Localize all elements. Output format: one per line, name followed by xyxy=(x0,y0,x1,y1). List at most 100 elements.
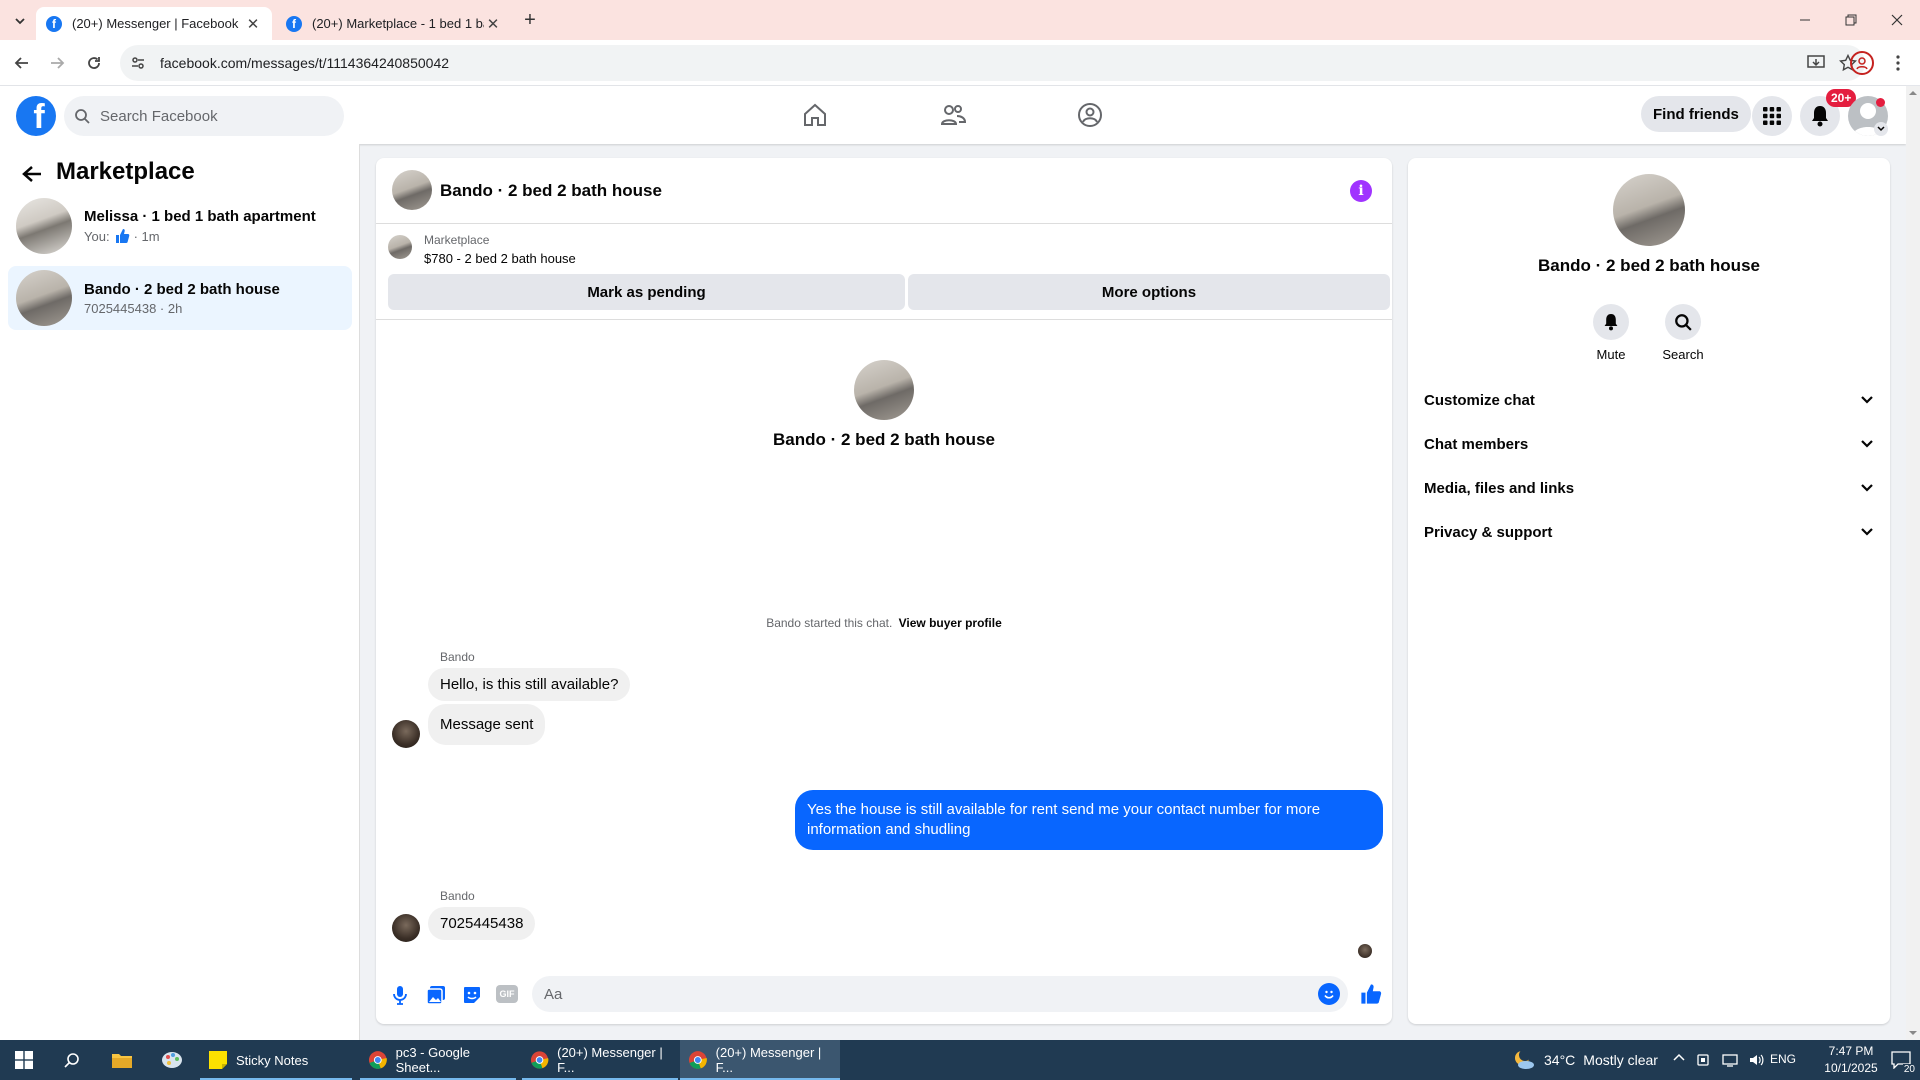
thumbs-up-icon xyxy=(115,229,129,243)
section-label: Privacy & support xyxy=(1424,523,1553,541)
message-bubble[interactable]: Message sent xyxy=(428,704,546,745)
browser-tab-marketplace[interactable]: f (20+) Marketplace - 1 bed 1 ba ✕ xyxy=(276,7,512,40)
taskbar-app-paint[interactable] xyxy=(148,1040,196,1080)
profile-avatar-icon[interactable] xyxy=(1850,51,1874,75)
forward-button[interactable] xyxy=(44,50,70,76)
minimize-window-button[interactable] xyxy=(1782,0,1828,40)
new-tab-button[interactable]: + xyxy=(518,8,542,32)
taskbar-app-label: (20+) Messenger | F... xyxy=(715,1045,822,1075)
restore-window-button[interactable] xyxy=(1828,0,1874,40)
show-hidden-icons-button[interactable] xyxy=(1672,1052,1688,1068)
listing-summary[interactable]: $780 - 2 bed 2 bath house xyxy=(424,251,576,266)
restore-icon xyxy=(1845,14,1857,26)
network-icon[interactable] xyxy=(1722,1052,1738,1068)
conversation-item[interactable]: Melissa · 1 bed 1 bath apartment You: · … xyxy=(8,194,352,258)
preview-prefix: You: xyxy=(84,228,110,244)
account-chevron-icon[interactable] xyxy=(1874,122,1888,136)
mute-label: Mute xyxy=(1596,347,1626,362)
facebook-logo[interactable]: f xyxy=(16,96,56,136)
media-files-links-section[interactable]: Media, files and links xyxy=(1424,468,1874,508)
browser-tab-messenger[interactable]: f (20+) Messenger | Facebook ✕ xyxy=(36,7,272,40)
microphone-icon xyxy=(393,986,407,1005)
composer-bar: GIF Aa xyxy=(376,976,1392,1022)
clock[interactable]: 7:47 PM 10/1/2025 xyxy=(1820,1043,1882,1077)
tab-title: (20+) Messenger | Facebook xyxy=(72,16,239,31)
attach-media-button[interactable] xyxy=(424,983,448,1007)
message-bubble-outgoing[interactable]: Yes the house is still available for ren… xyxy=(795,790,1383,850)
search-icon xyxy=(64,108,100,124)
volume-icon[interactable] xyxy=(1748,1052,1764,1068)
weather-widget[interactable]: 34°C Mostly clear xyxy=(1512,1040,1658,1080)
tab-search-button[interactable] xyxy=(8,10,32,32)
close-tab-icon[interactable]: ✕ xyxy=(244,15,262,33)
message-input[interactable]: Aa xyxy=(532,976,1348,1012)
sticker-button[interactable] xyxy=(460,983,484,1007)
chrome-icon xyxy=(530,1051,549,1069)
customize-chat-section[interactable]: Customize chat xyxy=(1424,380,1874,420)
nav-groups[interactable] xyxy=(1072,99,1108,131)
more-options-button[interactable]: More options xyxy=(908,274,1390,310)
arrow-left-icon xyxy=(14,57,28,69)
bell-icon xyxy=(1604,314,1618,331)
start-button[interactable] xyxy=(0,1040,48,1080)
facebook-search-input[interactable]: Search Facebook xyxy=(64,96,344,136)
tab-title: (20+) Marketplace - 1 bed 1 ba xyxy=(312,16,484,31)
mark-as-pending-button[interactable]: Mark as pending xyxy=(388,274,905,310)
nav-home[interactable] xyxy=(797,99,833,131)
taskbar-app-sticky-notes[interactable]: Sticky Notes xyxy=(200,1040,352,1080)
back-button[interactable] xyxy=(9,50,35,76)
nav-friends[interactable] xyxy=(935,99,971,131)
chat-members-section[interactable]: Chat members xyxy=(1424,424,1874,464)
privacy-support-section[interactable]: Privacy & support xyxy=(1424,512,1874,552)
taskbar-search-button[interactable] xyxy=(48,1040,96,1080)
view-buyer-profile-link[interactable]: View buyer profile xyxy=(899,616,1002,630)
scroll-up-arrow-icon[interactable] xyxy=(1906,86,1920,100)
chat-details-panel: Bando · 2 bed 2 bath house Mute Search C… xyxy=(1408,158,1890,1024)
chrome-icon xyxy=(688,1051,707,1069)
menu-button[interactable] xyxy=(1752,96,1792,136)
kebab-menu-icon xyxy=(1896,55,1900,71)
taskbar-app-chrome-messenger-1[interactable]: (20+) Messenger | F... xyxy=(522,1040,678,1080)
conversation-info-button[interactable]: i xyxy=(1350,180,1372,202)
emoji-button[interactable] xyxy=(1318,983,1340,1005)
action-center-button[interactable]: 20 xyxy=(1882,1040,1920,1080)
taskbar-app-chrome-messenger-2[interactable]: (20+) Messenger | F... xyxy=(680,1040,840,1080)
close-window-button[interactable] xyxy=(1874,0,1920,40)
site-info-icon[interactable] xyxy=(120,55,156,71)
scroll-down-arrow-icon[interactable] xyxy=(1906,1026,1920,1040)
message-bubble[interactable]: 7025445438 xyxy=(428,907,536,940)
taskbar-app-label: Sticky Notes xyxy=(236,1052,309,1068)
meet-now-icon[interactable] xyxy=(1696,1052,1712,1068)
back-to-marketplace-button[interactable] xyxy=(18,160,46,188)
search-in-conversation-button[interactable]: Search xyxy=(1658,304,1708,362)
chat-avatar[interactable] xyxy=(392,170,432,210)
voice-clip-button[interactable] xyxy=(388,983,412,1007)
chat-header: Bando · 2 bed 2 bath house i xyxy=(376,158,1392,224)
file-explorer-button[interactable] xyxy=(98,1040,146,1080)
reload-button[interactable] xyxy=(81,50,107,76)
intro-name: Bando · 2 bed 2 bath house xyxy=(773,430,995,449)
install-app-icon[interactable] xyxy=(1801,55,1831,71)
details-name: Bando · 2 bed 2 bath house xyxy=(1538,256,1760,275)
close-tab-icon[interactable]: ✕ xyxy=(484,15,502,33)
conversation-item-selected[interactable]: Bando · 2 bed 2 bath house 7025445438 · … xyxy=(8,266,352,330)
conversation-preview: 7025445438 · 2h xyxy=(84,300,183,316)
gif-button[interactable]: GIF xyxy=(496,985,518,1003)
sticker-icon xyxy=(464,987,480,1003)
find-friends-button[interactable]: Find friends xyxy=(1641,96,1751,132)
bell-icon xyxy=(1812,106,1828,127)
search-icon xyxy=(64,1053,79,1068)
page-scrollbar[interactable] xyxy=(1906,86,1920,1040)
sender-name: Bando xyxy=(440,889,475,903)
arrow-left-icon xyxy=(22,166,41,182)
mute-button[interactable]: Mute xyxy=(1586,304,1636,362)
listing-thumbnail xyxy=(388,235,412,259)
message-bubble[interactable]: Hello, is this still available? xyxy=(428,668,631,701)
taskbar-app-chrome-sheets[interactable]: pc3 - Google Sheet... xyxy=(360,1040,516,1080)
address-bar[interactable]: facebook.com/messages/t/1114364240850042 xyxy=(120,45,1865,81)
chat-panel: Bando · 2 bed 2 bath house i Marketplace… xyxy=(376,158,1392,1024)
chat-title[interactable]: Bando · 2 bed 2 bath house xyxy=(440,181,662,201)
browser-menu-button[interactable] xyxy=(1888,52,1908,74)
language-indicator[interactable]: ENG xyxy=(1770,1052,1796,1066)
send-like-button[interactable] xyxy=(1358,981,1384,1007)
